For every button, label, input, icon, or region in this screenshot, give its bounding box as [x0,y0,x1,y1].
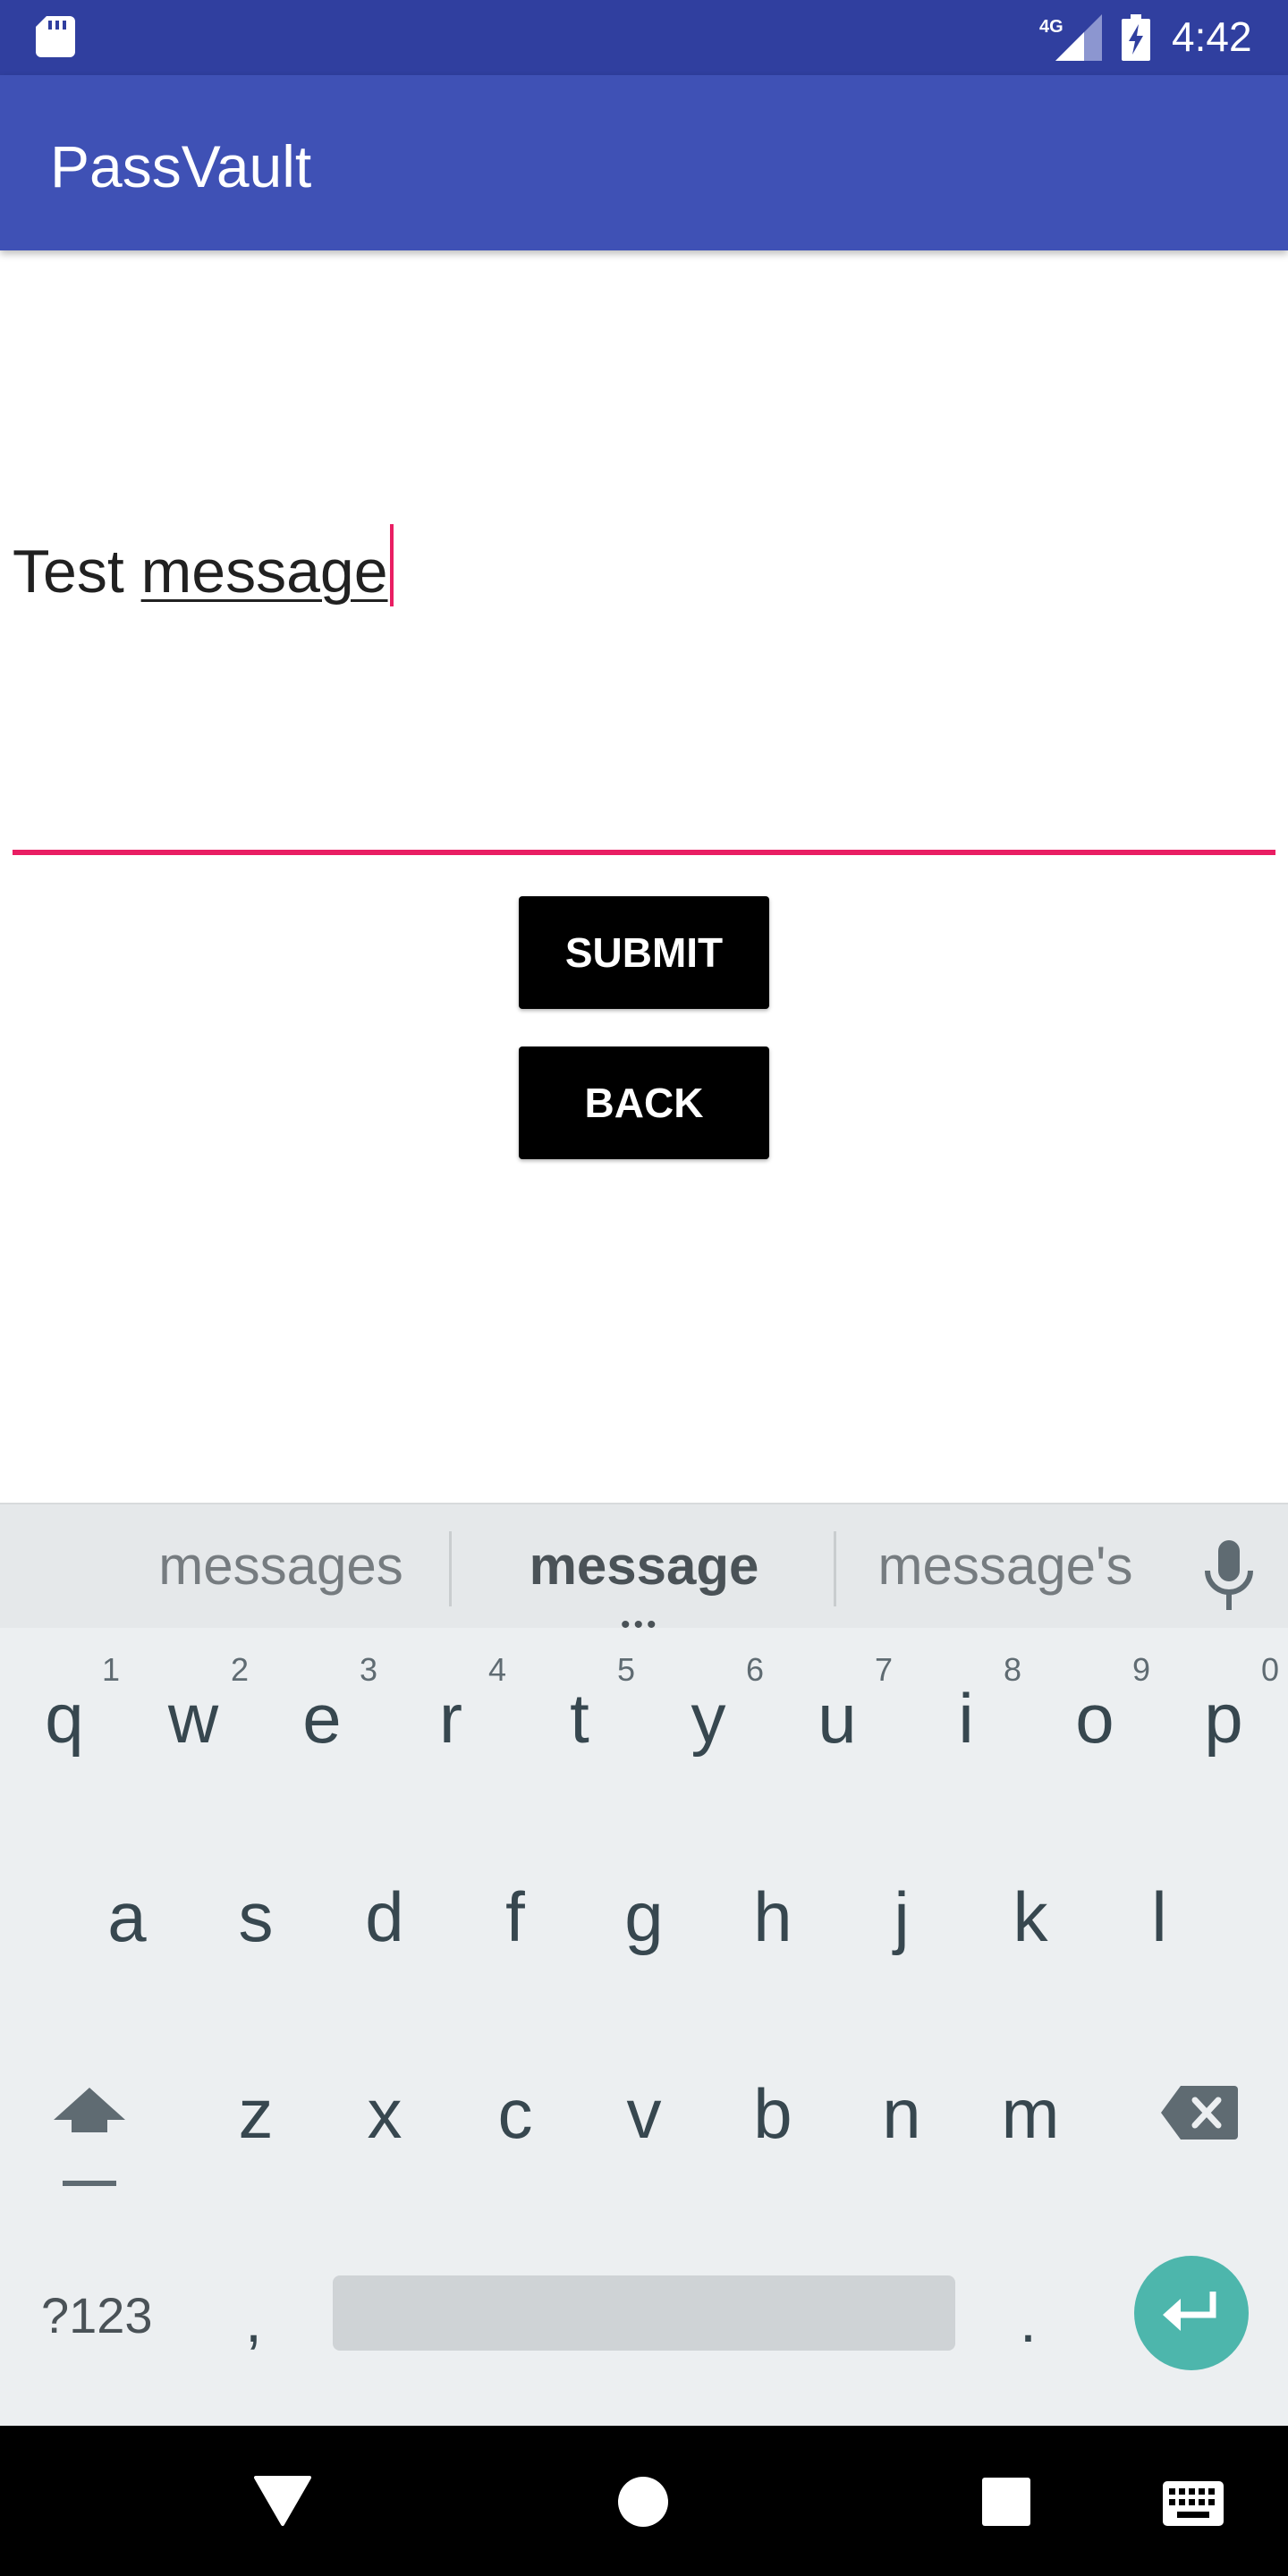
network-type-label: 4G [1039,17,1063,37]
key-hint: 4 [488,1651,507,1688]
key-5[interactable]: y [655,1678,762,1759]
key-row2-4[interactable]: g [590,1877,698,1958]
keyboard-icon[interactable] [1163,2481,1224,2526]
message-text-prefix: Test [13,538,141,606]
suggestion-item[interactable]: message's [826,1535,1184,1597]
shift-icon[interactable] [50,2082,129,2190]
input-underline [13,850,1275,855]
key-hint: 3 [360,1651,378,1688]
submit-button[interactable]: SUBMIT [519,896,769,1009]
enter-button[interactable] [1134,2256,1249,2370]
status-clock: 4:42 [1172,13,1252,60]
key-7[interactable]: i [912,1678,1020,1759]
key-4[interactable]: t [526,1678,633,1759]
battery-charging-icon [1122,14,1150,61]
key-row2-1[interactable]: s [202,1877,309,1958]
microphone-icon[interactable] [1200,1540,1258,1612]
key-0[interactable]: q [11,1678,118,1759]
sd-card-icon [36,16,75,57]
key-hint: 8 [1004,1651,1022,1688]
key-6[interactable]: u [784,1678,891,1759]
key-row3-0[interactable]: z [202,2073,309,2155]
key-3[interactable]: r [397,1678,504,1759]
message-composing-word: message [140,538,388,606]
key-hint: 9 [1132,1651,1151,1688]
suggestion-item[interactable]: messages [102,1535,460,1597]
key-hint: 1 [102,1651,121,1688]
comma-key[interactable]: , [245,2286,262,2356]
recents-icon[interactable] [982,2478,1030,2526]
period-key[interactable]: . [1020,2286,1037,2356]
back-icon[interactable] [254,2474,311,2528]
app-bar: PassVault [0,75,1288,250]
key-hint: 7 [875,1651,894,1688]
suggestion-item-primary[interactable]: message [465,1535,823,1597]
key-2[interactable]: e [268,1678,376,1759]
key-row3-4[interactable]: b [719,2073,826,2155]
suggestion-divider [449,1531,452,1606]
symbols-key[interactable]: ?123 [41,2286,153,2344]
key-row2-0[interactable]: a [73,1877,181,1958]
key-row3-6[interactable]: m [977,2073,1084,2155]
back-button[interactable]: BACK [519,1046,769,1159]
suggestion-strip: messages message ••• message's [0,1503,1288,1640]
message-input-text[interactable]: Test message [13,524,394,606]
signal-icon: 4G [1039,14,1102,61]
enter-icon [1163,2292,1216,2331]
key-1[interactable]: w [140,1678,247,1759]
key-hint: 5 [617,1651,636,1688]
app-title: PassVault [50,133,312,199]
key-9[interactable]: p [1170,1678,1277,1759]
message-input[interactable]: Test message [13,501,1275,855]
text-cursor [389,524,394,606]
navigation-bar [0,2426,1288,2576]
key-row2-7[interactable]: k [977,1877,1084,1958]
key-row2-6[interactable]: j [848,1877,955,1958]
key-row3-3[interactable]: v [590,2073,698,2155]
key-hint: 0 [1261,1651,1280,1688]
space-bar[interactable] [333,2275,955,2351]
key-row2-3[interactable]: f [462,1877,569,1958]
status-bar: 4G 4:42 [0,0,1288,75]
key-row2-2[interactable]: d [331,1877,438,1958]
more-suggestions-dots[interactable]: ••• [621,1610,660,1640]
key-row3-1[interactable]: x [331,2073,438,2155]
key-row2-5[interactable]: h [719,1877,826,1958]
key-row3-2[interactable]: c [462,2073,569,2155]
home-icon[interactable] [617,2476,669,2528]
key-row2-8[interactable]: l [1106,1877,1213,1958]
key-8[interactable]: o [1041,1678,1148,1759]
key-hint: 6 [746,1651,765,1688]
backspace-icon[interactable] [1159,2084,1240,2141]
key-row3-5[interactable]: n [848,2073,955,2155]
key-hint: 2 [231,1651,250,1688]
